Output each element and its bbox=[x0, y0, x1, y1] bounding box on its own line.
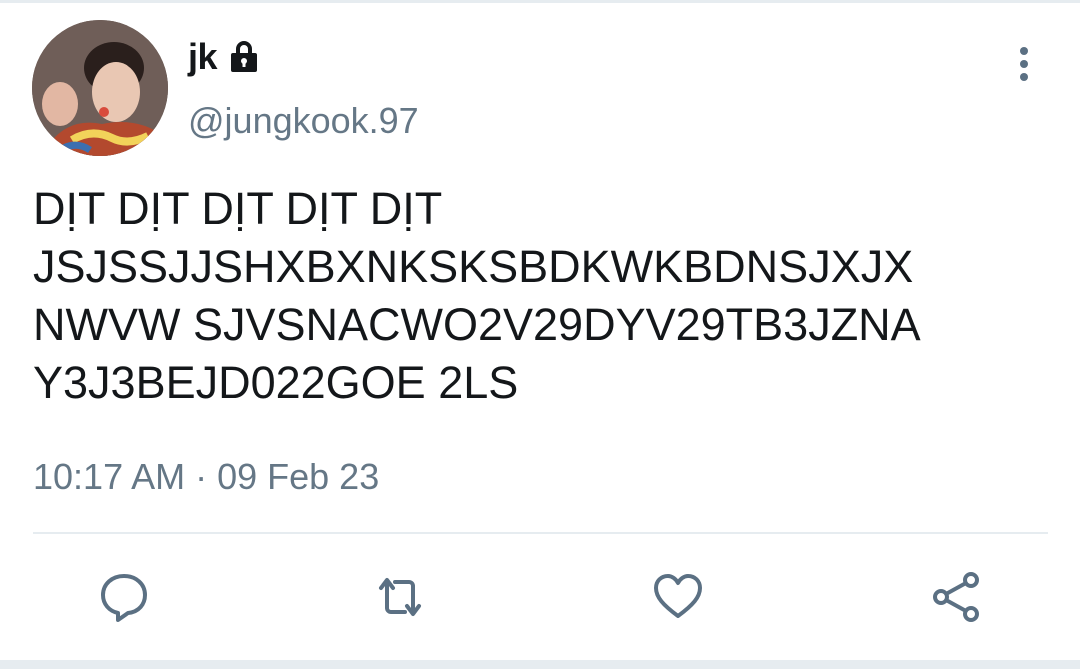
reply-button[interactable] bbox=[97, 570, 151, 624]
author-name-row: jk bbox=[188, 36, 261, 78]
retweet-button[interactable] bbox=[373, 570, 427, 624]
retweet-icon bbox=[379, 578, 421, 616]
action-divider bbox=[33, 532, 1048, 534]
user-handle[interactable]: @jungkook.97 bbox=[188, 100, 419, 142]
tweet-text: DỊT DỊT DỊT DỊT DỊT JSJSSJJSHXBXNKSKSBDK… bbox=[33, 183, 921, 408]
like-icon bbox=[654, 574, 702, 618]
tweet-timestamp[interactable]: 10:17 AM · 09 Feb 23 bbox=[33, 456, 379, 498]
share-icon bbox=[933, 572, 979, 622]
lock-icon bbox=[227, 40, 261, 74]
bottom-divider bbox=[0, 660, 1080, 669]
top-divider bbox=[0, 0, 1080, 3]
more-options-icon[interactable] bbox=[1010, 44, 1038, 84]
display-name[interactable]: jk bbox=[188, 36, 218, 78]
reply-icon bbox=[101, 574, 147, 622]
avatar[interactable] bbox=[32, 20, 168, 156]
avatar-image bbox=[32, 20, 168, 156]
like-button[interactable] bbox=[651, 570, 705, 624]
share-button[interactable] bbox=[929, 570, 983, 624]
